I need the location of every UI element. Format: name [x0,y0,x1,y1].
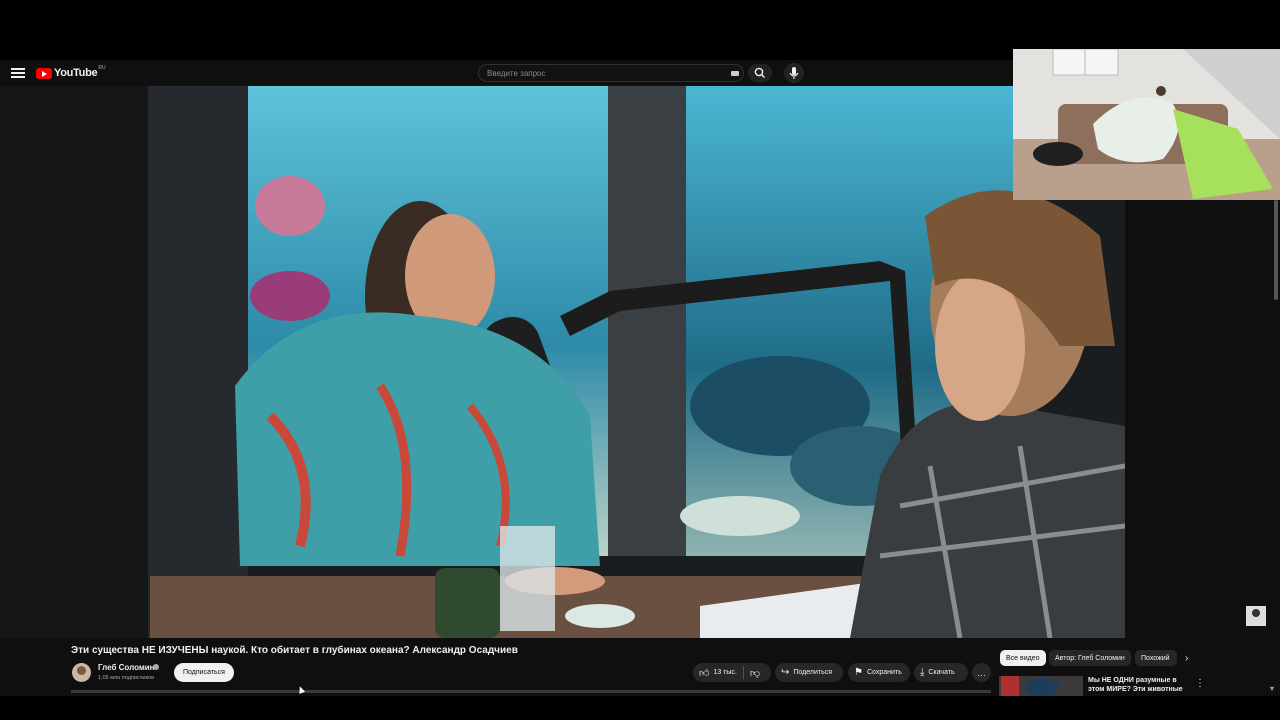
region-code: RU [98,65,106,71]
hamburger-menu-icon[interactable] [11,66,25,80]
bottom-letterbox [0,696,1280,720]
share-label: Поделиться [793,669,833,676]
save-button[interactable]: ⚑ Сохранить [848,663,910,682]
picture-in-picture-player[interactable] [1013,49,1280,200]
video-frame [0,86,1125,638]
secondary-column [1125,200,1280,638]
save-label: Сохранить [866,669,902,676]
microphone-icon [789,67,799,79]
verified-badge-icon [153,664,159,670]
more-actions-button[interactable]: … [972,663,991,682]
search-box[interactable] [478,64,744,82]
bookmark-icon: ⚑ [854,667,863,678]
description-divider [71,690,991,693]
masthead: YouTube RU [0,60,1015,86]
channel-avatar[interactable] [72,663,91,682]
logo-text: YouTube [54,67,98,79]
thumbs-up-icon[interactable]: 👍︎ [699,667,709,679]
channel-name[interactable]: Глеб Соломин [98,663,155,672]
subscribe-button[interactable]: Подписаться [174,663,234,682]
like-divider [742,666,744,679]
search-input[interactable] [485,68,709,79]
scroll-down-icon[interactable]: ▾ [1270,684,1274,693]
like-dislike-group: 👍︎ 13 тыс. 👎︎ [693,663,771,682]
chip-similar[interactable]: Похожий [1135,650,1177,666]
video-title: Эти существа НЕ ИЗУЧЕНЫ наукой. Кто обит… [71,645,518,656]
youtube-logo[interactable]: YouTube RU [36,65,106,81]
video-info: Эти существа НЕ ИЗУЧЕНЫ наукой. Кто обит… [0,638,1280,702]
recommendation-thumbnail[interactable] [999,676,1083,696]
thumbs-down-icon[interactable]: 👎︎ [750,667,760,679]
like-count[interactable]: 13 тыс. [713,669,736,676]
page-scrollbar[interactable] [1274,200,1278,300]
magnifier-icon [754,67,765,78]
subscriber-count: 1,05 млн подписчиков [98,675,155,681]
chevron-right-icon[interactable]: › [1185,653,1188,664]
share-button[interactable]: ↪ Поделиться [775,663,843,682]
chip-author[interactable]: Автор: Глеб Соломин [1049,650,1131,666]
pip-video-frame [1013,49,1280,200]
video-player[interactable] [0,86,1125,638]
download-button[interactable]: ⤓ Скачать [914,663,968,682]
chip-all-videos[interactable]: Все видео [1000,650,1046,666]
search-button[interactable] [748,64,772,82]
voice-search-button[interactable] [784,63,804,83]
share-arrow-icon: ↪ [781,667,790,678]
download-label: Скачать [928,669,955,676]
youtube-play-icon [36,67,52,79]
keyboard-icon[interactable] [731,71,739,76]
kebab-menu-icon[interactable]: ⋮ [1195,678,1205,689]
mini-avatar[interactable] [1246,606,1266,626]
download-icon: ⤓ [920,667,925,678]
